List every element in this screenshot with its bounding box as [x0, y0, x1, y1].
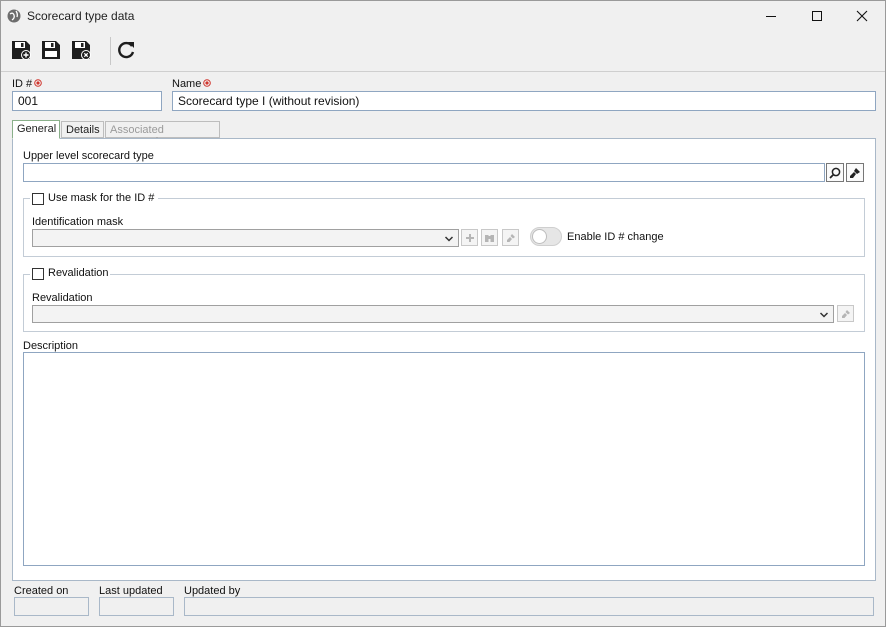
id-field[interactable]: 001: [12, 91, 162, 111]
refresh-icon: [118, 41, 135, 59]
save-icon: [42, 41, 60, 59]
name-label: Name: [172, 78, 212, 90]
clear-brush-icon: [841, 309, 850, 318]
clear-revalidation-button[interactable]: [837, 305, 854, 322]
chevron-down-icon: [819, 312, 829, 318]
save-button[interactable]: [38, 37, 64, 63]
created-on-field: [14, 597, 89, 616]
required-icon: [34, 79, 42, 87]
clear-brush-icon: [506, 233, 515, 242]
window-title: Scorecard type data: [27, 9, 135, 23]
enable-id-change-toggle[interactable]: [530, 227, 562, 246]
add-mask-button[interactable]: [461, 229, 478, 246]
use-mask-group: [23, 198, 865, 257]
view-mask-button[interactable]: [481, 229, 498, 246]
use-mask-label: Use mask for the ID #: [48, 192, 155, 204]
toolbar-separator: [110, 37, 111, 65]
revalidation-label: Revalidation: [32, 292, 93, 304]
minimize-button[interactable]: [748, 1, 794, 31]
required-icon: [203, 79, 212, 87]
updated-by-label: Updated by: [184, 585, 241, 597]
app-globe-icon: [7, 9, 21, 23]
maximize-button[interactable]: [794, 1, 840, 31]
revalidation-check-label: Revalidation: [48, 267, 109, 279]
id-label: ID #: [12, 78, 42, 90]
description-textarea[interactable]: [23, 352, 865, 566]
tab-associated-scorecard[interactable]: Associated scorecard: [105, 121, 220, 148]
identification-mask-label: Identification mask: [32, 216, 124, 228]
clear-brush-icon: [850, 167, 860, 178]
upper-level-field[interactable]: [23, 163, 825, 182]
save-close-icon: [72, 41, 91, 60]
minimize-icon: [766, 16, 776, 17]
upper-level-label: Upper level scorecard type: [23, 150, 154, 162]
description-label: Description: [23, 340, 79, 352]
clear-mask-button[interactable]: [502, 229, 519, 246]
dialog-window: Scorecard type data ID # 001 Name Scorec…: [0, 0, 886, 627]
last-updated-field: [99, 597, 174, 616]
save-close-button[interactable]: [68, 37, 94, 63]
name-label-text: Name: [172, 78, 202, 90]
refresh-button[interactable]: [113, 37, 139, 63]
revalidation-group: [23, 274, 865, 332]
save-new-icon: [12, 41, 31, 60]
last-updated-label: Last updated: [99, 585, 163, 597]
close-icon: [856, 10, 868, 22]
toggle-knob: [532, 229, 547, 244]
title-bar: Scorecard type data: [1, 1, 885, 31]
plus-icon: [465, 233, 474, 242]
tab-general[interactable]: General: [12, 120, 60, 139]
use-mask-checkbox[interactable]: [32, 193, 44, 205]
created-on-label: Created on: [14, 585, 69, 597]
maximize-icon: [812, 11, 822, 21]
binoculars-icon: [485, 234, 494, 242]
search-icon: [829, 167, 841, 179]
revalidation-checkbox[interactable]: [32, 268, 44, 280]
chevron-down-icon: [444, 236, 454, 242]
revalidation-select[interactable]: [32, 305, 834, 323]
enable-id-change-label: Enable ID # change: [567, 231, 664, 243]
name-field[interactable]: Scorecard type I (without revision): [172, 91, 876, 111]
search-button[interactable]: [826, 163, 844, 182]
close-button[interactable]: [839, 1, 885, 31]
updated-by-field: [184, 597, 874, 616]
toolbar: [1, 31, 885, 72]
id-label-text: ID #: [12, 78, 33, 90]
save-new-button[interactable]: [8, 37, 34, 63]
tab-details[interactable]: Details: [61, 121, 104, 138]
identification-mask-select[interactable]: [32, 229, 459, 247]
clear-button[interactable]: [846, 163, 864, 182]
